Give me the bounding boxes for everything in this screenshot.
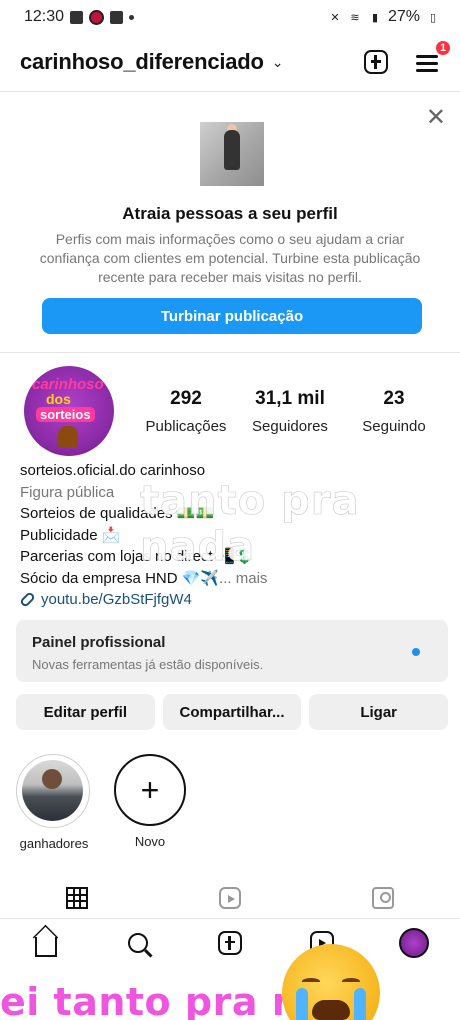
bio-more-link[interactable]: ... mais <box>219 570 267 587</box>
tagged-icon <box>372 887 395 909</box>
grid-icon <box>65 887 88 909</box>
profile-tabs <box>0 880 460 916</box>
bio-link-text[interactable]: youtu.be/GzbStFjfgW4 <box>41 589 192 611</box>
bio-line-4-row: Sócio da empresa HND 💎✈️... mais <box>20 568 440 590</box>
share-profile-button[interactable]: Compartilhar... <box>162 694 302 730</box>
add-highlight-icon[interactable]: + <box>114 754 186 826</box>
profile-avatar-icon <box>399 927 429 958</box>
status-bar: 12:30 ✕ ≋ ▮ 27% ▯ <box>0 0 460 34</box>
more-notifications-icon <box>129 14 135 20</box>
posts-label: Publicações <box>145 418 227 435</box>
reels-icon <box>218 887 241 909</box>
new-highlight-label: Novo <box>134 834 166 849</box>
wifi-icon: ≋ <box>350 11 360 24</box>
bottom-navigation <box>0 918 460 966</box>
profile-actions: Editar perfil Compartilhar... Ligar <box>16 694 449 730</box>
nav-create[interactable] <box>184 930 276 955</box>
nav-search[interactable] <box>92 932 184 953</box>
following-label: Seguindo <box>362 418 426 435</box>
status-left: 12:30 <box>24 8 135 26</box>
close-icon[interactable]: ✕ <box>426 106 446 130</box>
menu-icon[interactable]: 1 <box>416 39 452 72</box>
story-highlights: ganhadores + Novo <box>0 754 460 864</box>
highlight-cover[interactable] <box>16 754 90 828</box>
stat-posts[interactable]: 292 Publicações <box>140 388 232 435</box>
nav-profile[interactable] <box>368 927 460 958</box>
promo-title: Atraia pessoas a seu perfil <box>122 204 338 223</box>
tab-posts[interactable] <box>0 880 153 916</box>
stat-following[interactable]: 23 Seguindo <box>348 388 440 435</box>
promo-card: ✕ Atraia pessoas a seu perfil Perfis com… <box>0 92 460 350</box>
post-thumbnail <box>200 122 264 186</box>
app-notification-icon <box>89 9 105 25</box>
avatar-logo-text-2: dos <box>46 391 71 407</box>
bio-line-4: Sócio da empresa HND 💎✈️ <box>20 569 220 587</box>
link-icon <box>19 591 36 609</box>
gallery-icon <box>70 10 84 24</box>
call-button[interactable]: Ligar <box>309 694 449 730</box>
promo-divider <box>0 352 460 353</box>
video-caption: ei tanto pra na <box>0 980 326 1020</box>
highlight-item[interactable]: ganhadores <box>16 754 92 851</box>
bio-link[interactable]: youtu.be/GzbStFjfgW4 <box>19 589 440 611</box>
search-icon <box>128 932 148 953</box>
signal-icon: ▮ <box>371 11 378 24</box>
create-icon[interactable] <box>364 50 388 74</box>
profile-avatar[interactable]: carinhoso dos sorteios <box>24 366 114 456</box>
professional-dashboard[interactable]: Painel profissional Novas ferramentas já… <box>16 620 448 682</box>
new-highlight[interactable]: + Novo <box>114 754 186 849</box>
mute-icon: ✕ <box>330 11 340 24</box>
stat-followers[interactable]: 31,1 mil Seguidores <box>244 388 336 435</box>
video-overlay-text: tanto pra nada <box>140 478 360 571</box>
panel-subtitle: Novas ferramentas já estão disponíveis. <box>32 657 264 672</box>
edit-profile-button[interactable]: Editar perfil <box>16 694 155 730</box>
posts-count: 292 <box>170 388 202 409</box>
boost-post-button[interactable]: Turbinar publicação <box>42 298 422 334</box>
header-actions: 1 <box>364 39 452 74</box>
username[interactable]: carinhoso_diferenciado <box>20 49 264 75</box>
tab-reels[interactable] <box>153 880 306 916</box>
avatar-decoration <box>58 426 78 448</box>
following-count: 23 <box>383 388 405 409</box>
followers-count: 31,1 mil <box>255 388 325 409</box>
panel-title: Painel profissional <box>32 634 166 651</box>
chevron-down-icon[interactable]: ⌄ <box>272 54 284 71</box>
followers-label: Seguidores <box>252 418 328 435</box>
notification-badge: 1 <box>434 39 452 57</box>
home-icon <box>35 936 57 957</box>
avatar-logo-text-3: sorteios <box>36 407 95 422</box>
tab-tagged[interactable] <box>307 880 460 916</box>
status-time: 12:30 <box>24 8 65 25</box>
nav-home[interactable] <box>0 933 92 957</box>
profile-header: carinhoso_diferenciado ⌄ 1 <box>0 38 460 86</box>
create-post-icon <box>218 930 242 955</box>
app-notification-icon-2 <box>110 10 124 24</box>
battery-level: 27% <box>387 8 420 25</box>
promo-text: Perfis com mais informações como o seu a… <box>39 231 421 285</box>
status-right: ✕ ≋ ▮ 27% ▯ <box>328 8 440 26</box>
highlight-label: ganhadores <box>19 836 89 851</box>
battery-icon: ▯ <box>429 11 437 24</box>
new-indicator-dot <box>412 648 420 656</box>
